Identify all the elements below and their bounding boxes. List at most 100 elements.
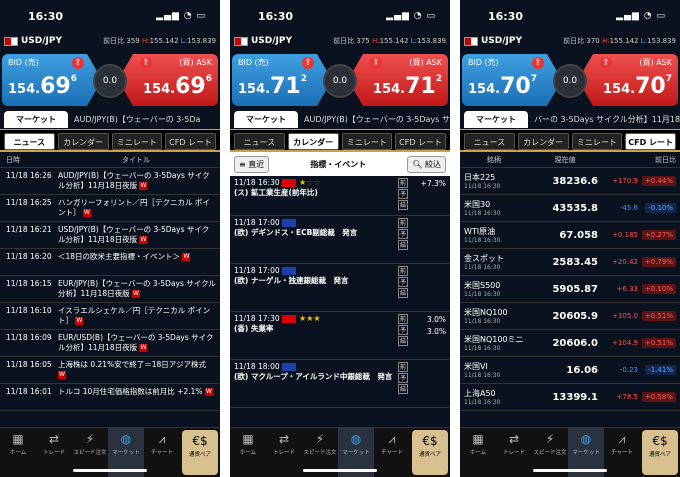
tab-minirate[interactable]: ミニレート: [111, 133, 163, 150]
event-row[interactable]: 11/18 17:30 ★★★ (香) 失業率前予結 3.0% 3.0%: [230, 312, 450, 360]
tab-market[interactable]: マーケット: [4, 111, 68, 128]
market-name-text: 米国NQ100: [464, 308, 508, 317]
market-row[interactable]: 米国VI 11/18 16:30 16.06 -0.23 -1.41%: [460, 357, 680, 384]
event-row[interactable]: 11/18 17:00 (欧) ナーゲル・独連銀総裁 発言 前予結: [230, 264, 450, 312]
currency-pair-icon: €$: [652, 434, 668, 448]
value-label: 結: [398, 200, 408, 210]
market-price: 5905.87: [552, 283, 598, 295]
news-ticker: バーの 3-5Days サイクル分析】11月18日: [534, 115, 680, 124]
bid-button[interactable]: BID (売) ⇧ 154.712: [232, 54, 332, 106]
news-row[interactable]: 11/18 16:10 イスラエルシェケル／円［テクニカル ポイント］ W: [0, 303, 220, 330]
nav-trade[interactable]: ⇄ トレード: [36, 428, 72, 477]
percent-badge: +0.44%: [641, 176, 676, 186]
pair-header[interactable]: USD/JPY 前日比 359 H:155.142 L:153.839: [0, 34, 220, 48]
event-row[interactable]: 11/18 18:00 (欧) マクループ・アイルランド中銀総裁 発言前予結: [230, 360, 450, 408]
event-name: (ス) 鉱工業生産(前年比): [234, 188, 318, 197]
nav-label: トレード: [502, 450, 525, 456]
tab-market[interactable]: マーケット: [464, 111, 528, 128]
news-row[interactable]: 11/18 16:25 ハンガリーフォリント／円［テクニカル ポイント］ W: [0, 195, 220, 222]
nav-home[interactable]: ▦ ホーム: [460, 428, 496, 477]
news-header: 日時 タイトル: [0, 152, 220, 168]
nav-trade[interactable]: ⇄ トレード: [496, 428, 532, 477]
pair-header[interactable]: USD/JPY 前日比 375 H:155.142 L:153.839: [230, 34, 450, 48]
event-row[interactable]: 11/18 17:00 (欧) デギンドス・ECB副総裁 発言 前予結: [230, 216, 450, 264]
news-row[interactable]: 11/18 16:15 EUR/JPY(B)【ウェーバーの 3-5Days サイク…: [0, 276, 220, 303]
news-title: EUR/USD(B)【ウェーバーの 3-5Days サイクル分析】11月18日夜…: [58, 333, 216, 354]
news-time: 11/18 16:05: [6, 360, 52, 369]
market-percent: +0.44%: [638, 176, 676, 186]
filter-button[interactable]: 🔍︎ 絞込: [407, 155, 446, 173]
tab-calendar[interactable]: カレンダー: [517, 133, 569, 150]
news-row[interactable]: 11/18 16:05 上海株は 0.21%安で終了＝18日アジア株式 W: [0, 357, 220, 384]
market-row[interactable]: 米国30 11/18 16:30 43535.8 -45.6 -0.10%: [460, 195, 680, 222]
event-value: [444, 386, 446, 398]
value-label: 前: [398, 218, 408, 228]
event-row[interactable]: 11/18 16:30 ★☆☆ (ス) 鉱工業生産(前年比) 前予結 +7.3%: [230, 176, 450, 216]
market-row[interactable]: WTI原油 11/18 16:30 67.058 +0.185 +0.27%: [460, 222, 680, 249]
event-values: [444, 266, 446, 302]
nav-currency-pair[interactable]: €$ 通貨ペア: [182, 430, 218, 475]
arrow-up-icon: ⇧: [532, 57, 544, 69]
tab-minirate[interactable]: ミニレート: [571, 133, 623, 150]
event-top: 11/18 17:00: [234, 266, 446, 275]
ask-button[interactable]: ⇧ (買) ASK 154.712: [348, 54, 448, 106]
market-change: +105.0: [612, 312, 638, 320]
nav-chart[interactable]: ⩘ チャート: [604, 428, 640, 477]
speed-icon: ⚡: [85, 432, 95, 446]
bid-label: BID (売): [8, 58, 39, 67]
nav-home[interactable]: ▦ ホーム: [230, 428, 266, 477]
tab-news[interactable]: ニュース: [464, 133, 515, 150]
tab-news[interactable]: ニュース: [4, 133, 55, 150]
bid-button[interactable]: BID (売) ⇧ 154.707: [462, 54, 562, 106]
tab-cfd-rate[interactable]: CFD レート: [625, 133, 676, 150]
nav-chart[interactable]: ⩘ チャート: [374, 428, 410, 477]
nav-trade[interactable]: ⇄ トレード: [266, 428, 302, 477]
home-icon: ▦: [472, 432, 484, 446]
news-title: ＜18日の欧米主要指標・イベント＞ W: [58, 252, 216, 273]
market-row[interactable]: 上海A50 11/18 16:30 13399.1 +78.5 +0.58%: [460, 384, 680, 411]
recent-button[interactable]: ≡ 直近: [234, 155, 270, 173]
market-row[interactable]: 米国S500 11/18 16:30 5905.87 +6.33 +0.10%: [460, 276, 680, 303]
tab-news[interactable]: ニュース: [234, 133, 285, 150]
value-label: 結: [398, 240, 408, 250]
value-label: 予: [398, 229, 408, 239]
percent-badge: -1.41%: [645, 365, 676, 375]
news-row[interactable]: 11/18 16:26 AUD/JPY(B)【ウェーバーの 3-5Days サイク…: [0, 168, 220, 195]
arrow-up-icon: ⇧: [302, 57, 314, 69]
event-time: 11/18 18:00: [234, 362, 280, 371]
percent-badge: -0.10%: [645, 203, 676, 213]
bid-button[interactable]: BID (売) ⇧ 154.696: [2, 54, 102, 106]
market-row[interactable]: 米国NQ100ミニ 11/18 16:30 20606.0 +104.9 +0.51%: [460, 330, 680, 357]
pair-header[interactable]: USD/JPY 前日比 370 H:155.142 L:153.839: [460, 34, 680, 48]
nav-currency-pair[interactable]: €$ 通貨ペア: [412, 430, 448, 475]
bid-price: 154.712: [238, 74, 307, 99]
news-list: 11/18 16:26 AUD/JPY(B)【ウェーバーの 3-5Days サイク…: [0, 168, 220, 411]
news-title: ハンガリーフォリント／円［テクニカル ポイント］ W: [58, 198, 216, 219]
market-row[interactable]: 金スポット 11/18 16:30 2583.45 +20.42 +0.79%: [460, 249, 680, 276]
nav-home[interactable]: ▦ ホーム: [0, 428, 36, 477]
status-time: 16:30: [488, 10, 524, 23]
market-row[interactable]: 米国NQ100 11/18 16:30 20605.9 +105.0 +0.51%: [460, 303, 680, 330]
news-row[interactable]: 11/18 16:01 トルコ 10月住宅価格指数は前月比 +2.1% W: [0, 384, 220, 411]
w-badge-icon: W: [131, 290, 140, 298]
ask-button[interactable]: ⇧ (買) ASK 154.696: [118, 54, 218, 106]
tab-cfd-rate[interactable]: CFD レート: [395, 133, 446, 150]
tab-calendar[interactable]: カレンダー: [57, 133, 109, 150]
tab-cfd-rate[interactable]: CFD レート: [165, 133, 216, 150]
event-top: 11/18 16:30 ★☆☆: [234, 178, 446, 187]
tab-calendar[interactable]: カレンダー: [287, 133, 339, 150]
nav-chart[interactable]: ⩘ チャート: [144, 428, 180, 477]
nav-currency-pair[interactable]: €$ 通貨ペア: [642, 430, 678, 475]
news-row[interactable]: 11/18 16:21 USD/JPY(B)【ウェーバーの 3-5Days サイク…: [0, 222, 220, 249]
market-price: 20606.0: [552, 337, 598, 349]
market-row[interactable]: 日本225 11/18 16:30 38236.6 +170.9 +0.44%: [460, 168, 680, 195]
news-row[interactable]: 11/18 16:09 EUR/USD(B)【ウェーバーの 3-5Days サイク…: [0, 330, 220, 357]
tab-minirate[interactable]: ミニレート: [341, 133, 393, 150]
news-row[interactable]: 11/18 16:20 ＜18日の欧米主要指標・イベント＞ W: [0, 249, 220, 276]
ask-button[interactable]: ⇧ (買) ASK 154.707: [578, 54, 678, 106]
tab-market[interactable]: マーケット: [234, 111, 298, 128]
news-title: AUD/JPY(B)【ウェーバーの 3-5Days サイクル分析】11月18日夜…: [58, 171, 216, 192]
w-badge-icon: W: [82, 209, 91, 217]
pair-info: 前日比 359 H:155.142 L:153.839: [103, 37, 216, 45]
flag-hk-icon: [282, 315, 297, 323]
